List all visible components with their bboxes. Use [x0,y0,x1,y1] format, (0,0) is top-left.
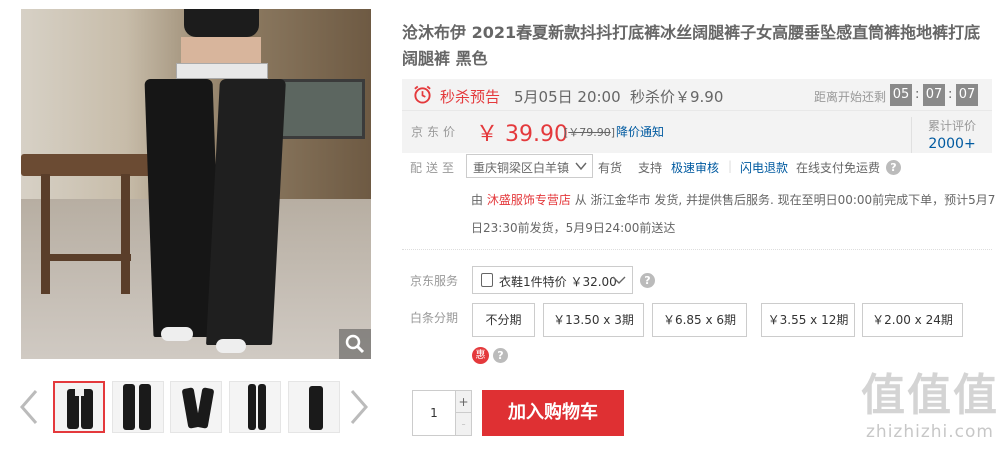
free-shipping-text: 在线支付免运费 [796,161,881,175]
promo-row: 惠 ? [472,347,532,365]
price-summary-panel: 秒杀预告 5月05日 20:00 秒杀价￥9.90 距离开始还剩 05 : 07… [402,79,992,153]
support-label: 支持 [638,161,663,175]
price-row: 京东价 ￥ 39.90 [￥79.90] 降价通知 累计评价 2000+ [402,112,992,153]
address-value: 重庆铜梁区白羊镇 [473,161,570,175]
comments-count[interactable]: 2000+ [912,136,992,152]
chevron-left-icon[interactable] [18,387,40,427]
quantity-input[interactable]: 1 [413,391,456,435]
countdown-hours: 05 [890,84,912,106]
original-price-value: ￥79.90 [568,126,611,139]
installment-option[interactable]: ￥3.55 x 12期 [761,303,855,337]
alarm-clock-icon [414,85,431,104]
shipping-row: 配送至 重庆铜梁区白羊镇 有货 支持 极速审核 | 闪电退款 在线支付免运费 ? [410,154,1000,180]
current-price: ￥ 39.90 [476,122,568,147]
seckill-price: 秒杀价￥9.90 [630,88,724,106]
countdown-separator: : [915,87,920,102]
help-icon[interactable]: ? [493,348,508,363]
jd-service-label: 京东服务 [410,274,459,288]
price-label: 京东价 [411,125,460,139]
watermark-url: zhizhizhi.com [866,422,994,442]
watermark-glyphs: 值值值 [861,370,999,421]
installment-label: 白条分期 [410,311,459,325]
site-watermark: 值值值 zhizhizhi.com [855,370,1005,450]
stool-bar [41,254,131,261]
countdown-label: 距离开始还剩 [814,90,887,104]
model-top [184,9,259,37]
fast-review-link[interactable]: 极速审核 [671,159,719,176]
thumbnail-1[interactable] [53,381,105,433]
shop-link[interactable]: 沐盛服饰专营店 [487,193,571,207]
price-drop-notice-link[interactable]: 降价通知 [616,123,664,140]
chevron-right-icon[interactable] [348,387,370,427]
service-separator: | [728,159,733,173]
stool-leg [121,174,130,294]
product-main-image[interactable] [21,9,371,359]
comment-summary[interactable]: 累计评价 2000+ [911,117,992,153]
magnifier-icon[interactable] [339,329,371,359]
installment-option[interactable]: ￥2.00 x 24期 [862,303,963,337]
seckill-bar: 秒杀预告 5月05日 20:00 秒杀价￥9.90 距离开始还剩 05 : 07… [402,79,992,111]
address-selector[interactable]: 重庆铜梁区白羊镇 [466,154,593,178]
discount-badge-icon[interactable]: 惠 [472,347,489,364]
chevron-down-icon [575,158,587,177]
model-shoe [216,339,246,353]
installment-option[interactable]: ￥13.50 x 3期 [543,303,644,337]
chevron-down-icon [612,272,626,292]
stock-status: 有货 [598,161,623,175]
installment-option[interactable]: 不分期 [472,303,535,337]
countdown-separator: : [948,87,953,102]
installment-row: 白条分期 不分期 ￥13.50 x 3期 ￥6.85 x 6期 ￥3.55 x … [410,303,1000,337]
comments-label: 累计评价 [927,119,976,133]
jd-service-row: 京东服务 衣鞋1件特价 ￥32.00 ? [410,266,1000,294]
quantity-stepper[interactable]: 1 + - [412,390,472,436]
help-icon[interactable]: ? [640,273,655,288]
shopping-bag-icon [481,273,493,287]
installment-option[interactable]: ￥6.85 x 6期 [652,303,747,337]
pants-right-leg [206,79,286,345]
flash-refund-link[interactable]: 闪电退款 [740,159,788,176]
model-waistband [176,63,268,79]
model-shoe [161,327,193,341]
add-to-cart-button[interactable]: 加入购物车 [482,390,624,436]
product-title: 沧沐布伊 2021春夏新款抖抖打底裤冰丝阔腿裤子女高腰垂坠感直筒裤拖地裤打底阔腿… [402,23,981,68]
seckill-date: 5月05日 20:00 [514,88,621,106]
quantity-increase-button[interactable]: + [456,391,471,413]
quantity-decrease-button[interactable]: - [456,413,471,435]
thumbnail-3[interactable] [170,381,222,433]
shipping-label: 配送至 [410,161,459,175]
seckill-label: 秒杀预告 [440,88,501,106]
countdown-seconds: 07 [956,84,978,106]
model-waist [181,37,261,63]
help-icon[interactable]: ? [886,160,901,175]
seller-info: 由 沐盛服饰专营店 从 浙江金华市 发货, 并提供售后服务. 现在至明日00:0… [471,186,999,242]
stool-leg [41,174,50,294]
countdown-minutes: 07 [923,84,945,106]
jd-service-option: 衣鞋1件特价 ￥32.00 [499,275,617,289]
thumbnail-5[interactable] [288,381,340,433]
stool-seat [21,154,151,176]
jd-service-selector[interactable]: 衣鞋1件特价 ￥32.00 [472,266,633,294]
thumbnail-2[interactable] [112,381,164,433]
seller-prefix: 由 [471,193,484,207]
thumbnail-4[interactable] [229,381,281,433]
section-divider [402,249,992,250]
original-price: [￥79.90] [564,126,616,139]
